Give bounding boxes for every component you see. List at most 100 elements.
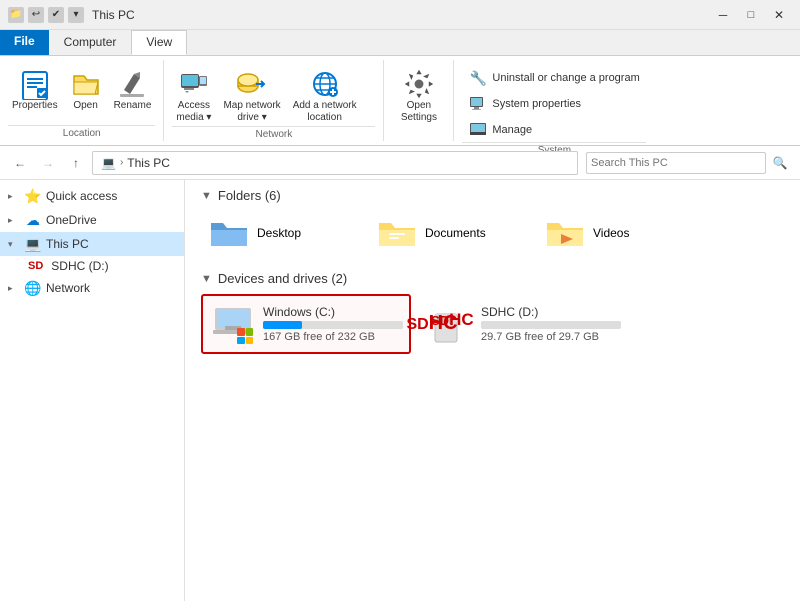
close-button[interactable]: ✕ bbox=[766, 5, 792, 25]
open-label: Open bbox=[73, 100, 97, 112]
folder-desktop[interactable]: Desktop bbox=[201, 211, 361, 255]
manage-button[interactable]: Manage bbox=[462, 118, 646, 142]
network-group-label: Network bbox=[172, 126, 375, 140]
drives-grid: Windows (C:) 167 GB free of 232 GB bbox=[201, 294, 784, 354]
sdhc-sidebar-icon: SD bbox=[28, 260, 43, 272]
map-network-drive-label: Map networkdrive ▾ bbox=[223, 100, 280, 124]
title-bar-icons: 📁 ↩ ✔ ▾ bbox=[8, 7, 84, 23]
ribbon-group-location: Properties Open bbox=[0, 60, 164, 141]
windows-c-info: Windows (C:) 167 GB free of 232 GB bbox=[263, 305, 403, 343]
network-arrow: ▸ bbox=[8, 283, 20, 294]
quick-access-toolbar-properties[interactable]: ✔ bbox=[48, 7, 64, 23]
uninstall-icon: 🔧 bbox=[468, 68, 488, 88]
rename-button[interactable]: Rename bbox=[110, 66, 156, 114]
manage-label: Manage bbox=[492, 124, 532, 136]
title-bar-title: This PC bbox=[92, 8, 135, 22]
windows-c-bar-bg bbox=[263, 321, 403, 329]
title-bar: 📁 ↩ ✔ ▾ This PC ─ □ ✕ bbox=[0, 0, 800, 30]
onedrive-arrow: ▸ bbox=[8, 215, 20, 226]
sidebar-item-this-pc[interactable]: ▾ 💻 This PC bbox=[0, 232, 184, 256]
sidebar-item-network-label: Network bbox=[46, 281, 90, 295]
search-button[interactable]: 🔍 bbox=[768, 151, 792, 175]
open-button[interactable]: Open bbox=[66, 66, 106, 114]
folder-desktop-label: Desktop bbox=[257, 226, 301, 240]
drive-sdhc-d[interactable]: SDHC SDHC SDHC (D:) 29.7 GB free of 29.7… bbox=[419, 294, 629, 354]
tab-file[interactable]: File bbox=[0, 30, 49, 55]
search-input[interactable] bbox=[586, 152, 766, 174]
drives-section-label: Devices and drives (2) bbox=[218, 271, 347, 286]
sdhc-d-free: 29.7 GB free of 29.7 GB bbox=[481, 331, 621, 343]
address-chevron: › bbox=[120, 157, 123, 168]
drives-section-header: ▼ Devices and drives (2) bbox=[201, 271, 784, 286]
sidebar-item-network[interactable]: ▸ 🌐 Network bbox=[0, 276, 184, 300]
ribbon-group-settings: OpenSettings . bbox=[384, 60, 454, 141]
system-properties-label: System properties bbox=[492, 98, 581, 110]
content-area: ▼ Folders (6) Desktop bbox=[185, 180, 800, 601]
map-network-drive-icon bbox=[236, 68, 268, 100]
quick-access-toolbar-save[interactable]: ↩ bbox=[28, 7, 44, 23]
tab-computer[interactable]: Computer bbox=[49, 30, 132, 55]
network-icon: 🌐 bbox=[24, 279, 42, 297]
maximize-button[interactable]: □ bbox=[738, 5, 764, 25]
open-settings-button[interactable]: OpenSettings bbox=[397, 66, 441, 126]
address-bar[interactable]: 💻 › This PC bbox=[92, 151, 578, 175]
network-buttons: Accessmedia ▾ Map networkdrive ▾ bbox=[172, 62, 375, 126]
main-area: ▸ ⭐ Quick access ▸ ☁ OneDrive ▾ 💻 This P… bbox=[0, 180, 800, 601]
sdhc-d-info: SDHC (D:) 29.7 GB free of 29.7 GB bbox=[481, 305, 621, 343]
settings-buttons: OpenSettings bbox=[397, 62, 441, 126]
sidebar-item-quick-access[interactable]: ▸ ⭐ Quick access bbox=[0, 184, 184, 208]
sidebar: ▸ ⭐ Quick access ▸ ☁ OneDrive ▾ 💻 This P… bbox=[0, 180, 185, 601]
properties-button[interactable]: Properties bbox=[8, 66, 62, 114]
rename-label: Rename bbox=[114, 100, 152, 112]
this-pc-icon: 💻 bbox=[24, 235, 42, 253]
back-button[interactable]: ← bbox=[8, 151, 32, 175]
ribbon-group-system: 🔧 Uninstall or change a program System p… bbox=[454, 60, 654, 141]
ribbon-tabs: File Computer View bbox=[0, 30, 800, 56]
onedrive-icon: ☁ bbox=[24, 211, 42, 229]
minimize-button[interactable]: ─ bbox=[710, 5, 736, 25]
folders-collapse-button[interactable]: ▼ bbox=[201, 190, 212, 202]
folder-videos-icon bbox=[545, 215, 585, 251]
quick-access-toolbar-more[interactable]: ▾ bbox=[68, 7, 84, 23]
windows-drive-icon bbox=[211, 302, 255, 346]
tab-view[interactable]: View bbox=[131, 30, 187, 55]
manage-icon bbox=[468, 120, 488, 140]
sdhc-d-name: SDHC (D:) bbox=[481, 305, 621, 319]
folder-documents-icon bbox=[377, 215, 417, 251]
nav-bar: ← → ↑ 💻 › This PC 🔍 bbox=[0, 146, 800, 180]
drives-collapse-button[interactable]: ▼ bbox=[201, 273, 212, 285]
quick-access-arrow: ▸ bbox=[8, 191, 20, 202]
sidebar-item-onedrive[interactable]: ▸ ☁ OneDrive bbox=[0, 208, 184, 232]
system-buttons: 🔧 Uninstall or change a program System p… bbox=[462, 62, 646, 142]
sidebar-item-quick-access-label: Quick access bbox=[46, 189, 117, 203]
open-icon bbox=[70, 68, 102, 100]
sidebar-item-onedrive-label: OneDrive bbox=[46, 213, 97, 227]
uninstall-button[interactable]: 🔧 Uninstall or change a program bbox=[462, 66, 646, 90]
properties-label: Properties bbox=[12, 100, 58, 112]
forward-button[interactable]: → bbox=[36, 151, 60, 175]
up-button[interactable]: ↑ bbox=[64, 151, 88, 175]
properties-icon bbox=[19, 68, 51, 100]
drive-windows-c[interactable]: Windows (C:) 167 GB free of 232 GB bbox=[201, 294, 411, 354]
folder-videos-label: Videos bbox=[593, 226, 629, 240]
sidebar-item-sdhc[interactable]: SD SDHC (D:) bbox=[0, 256, 184, 276]
access-media-button[interactable]: Accessmedia ▾ bbox=[172, 66, 215, 126]
uninstall-label: Uninstall or change a program bbox=[492, 72, 639, 84]
folder-documents-label: Documents bbox=[425, 226, 486, 240]
windows-c-name: Windows (C:) bbox=[263, 305, 403, 319]
folders-grid: Desktop Documents bbox=[201, 211, 784, 255]
folders-section-label: Folders (6) bbox=[218, 188, 281, 203]
system-properties-button[interactable]: System properties bbox=[462, 92, 646, 116]
window-icon: 📁 bbox=[8, 7, 24, 23]
folder-documents[interactable]: Documents bbox=[369, 211, 529, 255]
folders-section-header: ▼ Folders (6) bbox=[201, 188, 784, 203]
address-path: This PC bbox=[127, 156, 170, 170]
sidebar-item-sdhc-label: SDHC (D:) bbox=[51, 259, 108, 273]
ribbon-group-network: Accessmedia ▾ Map networkdrive ▾ bbox=[164, 60, 384, 141]
folder-videos[interactable]: Videos bbox=[537, 211, 697, 255]
rename-icon bbox=[116, 68, 148, 100]
open-settings-icon bbox=[403, 68, 435, 100]
map-network-drive-button[interactable]: Map networkdrive ▾ bbox=[219, 66, 284, 126]
location-buttons: Properties Open bbox=[8, 62, 155, 125]
add-network-location-button[interactable]: Add a networklocation bbox=[289, 66, 361, 126]
